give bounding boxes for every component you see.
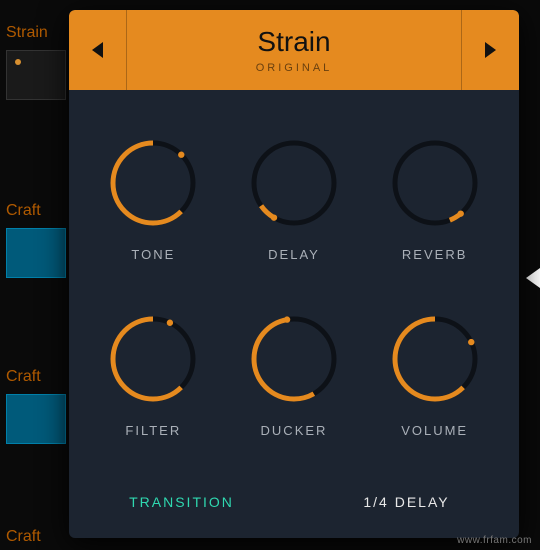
delay-time-button[interactable]: 1/4 DELAY [294, 466, 519, 538]
transition-button[interactable]: TRANSITION [69, 466, 294, 538]
bg-tile-strain [6, 50, 66, 100]
panel-footer: TRANSITION 1/4 DELAY [69, 466, 519, 538]
knob-cell-reverb: REVERB [364, 110, 505, 286]
bg-tile-craft-1 [6, 228, 66, 278]
chevron-left-icon [92, 42, 103, 58]
knob-tone[interactable] [105, 135, 201, 231]
knob-volume[interactable] [387, 311, 483, 407]
bg-tile-craft-2 [6, 394, 66, 444]
chevron-right-icon [485, 42, 496, 58]
bg-label-craft-2: Craft [6, 368, 41, 386]
preset-display[interactable]: Strain ORIGINAL [127, 10, 461, 90]
preset-subtitle: ORIGINAL [256, 62, 333, 74]
watermark: www.frfam.com [457, 535, 532, 546]
knob-cell-ducker: DUCKER [224, 286, 365, 462]
knob-cell-tone: TONE [83, 110, 224, 286]
effects-panel: Strain ORIGINAL TONE DELAY REVERB FILTER DUC… [69, 10, 519, 538]
next-preset-button[interactable] [461, 10, 519, 90]
knob-filter[interactable] [105, 311, 201, 407]
knob-label: VOLUME [401, 423, 468, 438]
bg-label-strain: Strain [6, 24, 48, 42]
knob-label: REVERB [402, 247, 467, 262]
knob-grid: TONE DELAY REVERB FILTER DUCKER VOLUME [69, 90, 519, 466]
knob-cell-volume: VOLUME [364, 286, 505, 462]
knob-reverb[interactable] [387, 135, 483, 231]
prev-preset-button[interactable] [69, 10, 127, 90]
knob-label: DELAY [268, 247, 320, 262]
edge-caret-left-icon[interactable] [526, 268, 540, 288]
knob-label: TONE [131, 247, 175, 262]
knob-cell-delay: DELAY [224, 110, 365, 286]
preset-title: Strain [257, 26, 330, 58]
knob-delay[interactable] [246, 135, 342, 231]
knob-label: FILTER [125, 423, 181, 438]
bg-label-craft-3: Craft [6, 528, 41, 546]
bg-tile-strain-dot [15, 59, 21, 65]
knob-cell-filter: FILTER [83, 286, 224, 462]
bg-label-craft-1: Craft [6, 202, 41, 220]
panel-header: Strain ORIGINAL [69, 10, 519, 90]
knob-label: DUCKER [261, 423, 328, 438]
knob-ducker[interactable] [246, 311, 342, 407]
